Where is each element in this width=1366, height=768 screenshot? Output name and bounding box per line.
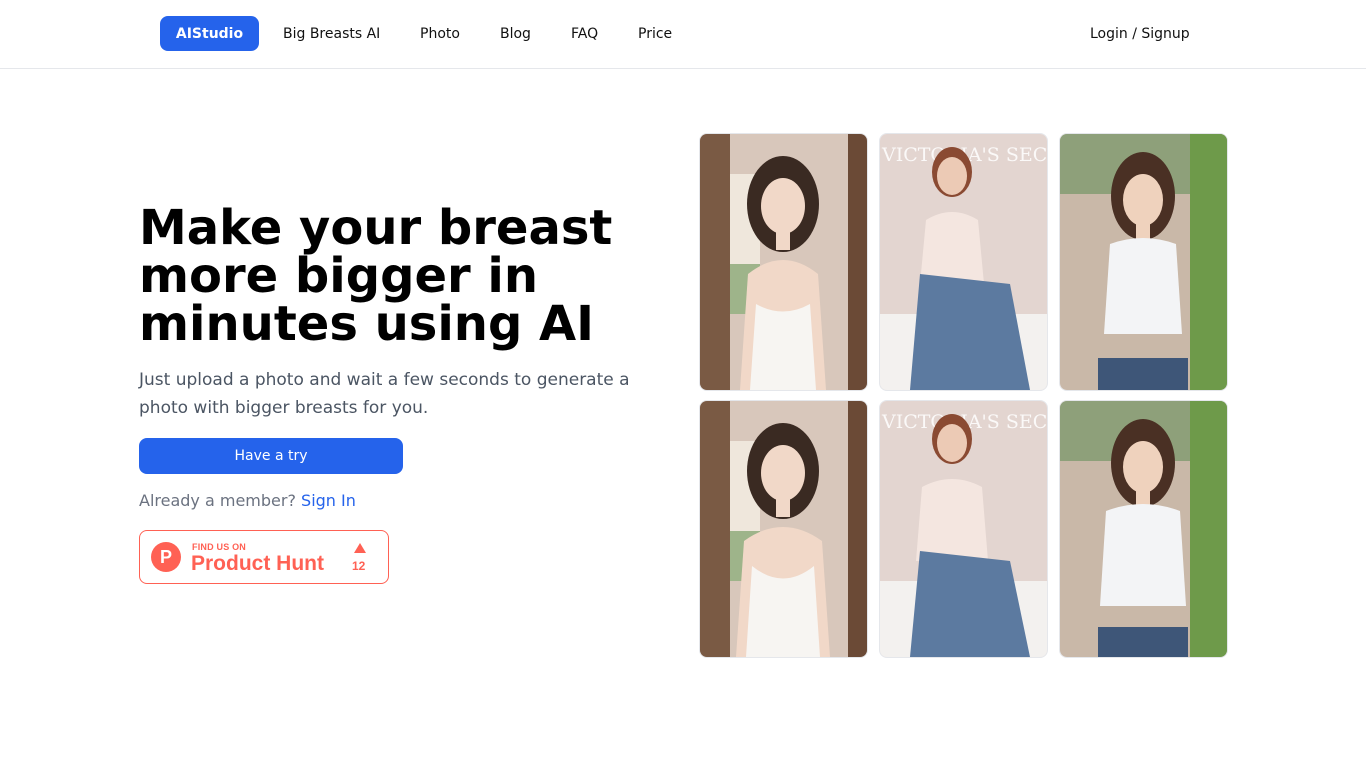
hero-headline: Make your breast more bigger in minutes … xyxy=(139,204,679,348)
photo-room-result xyxy=(699,400,868,658)
sign-in-link[interactable]: Sign In xyxy=(301,491,356,510)
photo-garden-original xyxy=(1059,133,1228,391)
nav-photo[interactable]: Photo xyxy=(420,24,460,44)
photo-victorias-original: VICTORIA'S SECR xyxy=(879,133,1048,391)
victorias-result-image: VICTORIA'S SECR xyxy=(880,401,1047,657)
upvote-count: 12 xyxy=(352,559,366,573)
garden-photo-image xyxy=(1060,134,1227,390)
nav-big-breasts-ai[interactable]: Big Breasts AI xyxy=(283,24,380,44)
product-hunt-name: Product Hunt xyxy=(191,552,324,575)
photo-garden-result xyxy=(1059,400,1228,658)
room-photo-image xyxy=(700,134,867,390)
nav-faq[interactable]: FAQ xyxy=(571,24,598,44)
headline-line-2: more bigger in xyxy=(139,248,539,304)
product-hunt-logo-icon: P xyxy=(151,542,181,572)
headline-line-3: minutes using AI xyxy=(139,296,595,352)
product-hunt-badge[interactable]: P FIND US ON Product Hunt 12 xyxy=(139,530,389,584)
photo-victorias-result: VICTORIA'S SECR xyxy=(879,400,1048,658)
victorias-photo-image: VICTORIA'S SECR xyxy=(880,134,1047,390)
nav-blog[interactable]: Blog xyxy=(500,24,531,44)
nav-price[interactable]: Price xyxy=(638,24,672,44)
headline-line-1: Make your breast xyxy=(139,200,613,256)
top-navbar: AIStudio Big Breasts AI Photo Blog FAQ P… xyxy=(0,0,1366,69)
product-hunt-find-text: FIND US ON xyxy=(192,542,247,552)
have-a-try-button[interactable]: Have a try xyxy=(139,438,403,474)
logo-button[interactable]: AIStudio xyxy=(160,16,259,51)
garden-result-image xyxy=(1060,401,1227,657)
member-text: Already a member? xyxy=(139,491,296,510)
login-signup-link[interactable]: Login / Signup xyxy=(1090,24,1190,44)
member-row: Already a member? Sign In xyxy=(139,491,356,511)
photo-room-original xyxy=(699,133,868,391)
upvote-arrow-icon xyxy=(354,543,366,553)
hero-subtext: Just upload a photo and wait a few secon… xyxy=(139,370,630,418)
room-result-image xyxy=(700,401,867,657)
